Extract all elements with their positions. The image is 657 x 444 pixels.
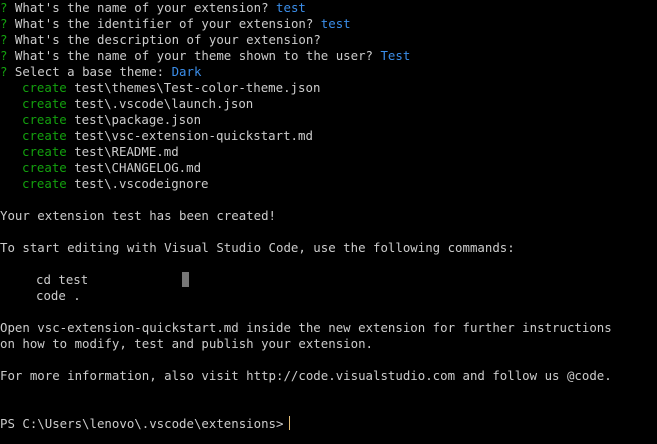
prompt-question-base-theme: ? Select a base theme: Dark (0, 64, 201, 80)
created-file-path: test\.vscode\launch.json (66, 96, 254, 111)
created-file-path: test\themes\Test-color-theme.json (66, 80, 321, 95)
block-cursor (182, 272, 189, 287)
created-file-line: create test\CHANGELOG.md (22, 160, 201, 176)
created-file-line: create test\README.md (22, 144, 179, 160)
question-answer: Dark (171, 64, 202, 79)
instructions-message: To start editing with Visual Studio Code… (0, 240, 515, 255)
more-info-message: For more information, also visit http://… (0, 368, 612, 383)
prompt-question-name: ? What's the name of your extension? tes… (0, 0, 306, 16)
question-text: What's the name of your extension? (7, 0, 277, 15)
terminal-window[interactable]: ? What's the name of your extension? tes… (0, 0, 657, 444)
shell-prompt-line[interactable]: PS C:\Users\lenovo\.vscode\extensions> (0, 416, 291, 432)
success-message: Your extension test has been created! (0, 208, 277, 223)
question-text: What's the name of your theme shown to t… (7, 48, 381, 63)
create-verb: create (22, 160, 67, 175)
created-file-path: test\vsc-extension-quickstart.md (66, 128, 313, 143)
created-file-line: create test\themes\Test-color-theme.json (22, 80, 320, 96)
created-file-line: create test\.vscodeignore (22, 176, 209, 192)
text-cursor[interactable] (289, 416, 291, 430)
create-verb: create (22, 128, 67, 143)
command-cd: cd test (36, 272, 89, 287)
prompt-question-description: ? What's the description of your extensi… (0, 32, 321, 48)
created-file-path: test\.vscodeignore (66, 176, 209, 191)
created-file-path: test\package.json (66, 112, 202, 127)
created-file-path: test\README.md (66, 144, 179, 159)
open-readme-message-cont: on how to modify, test and publish your … (0, 336, 373, 351)
command-code: code . (36, 288, 81, 303)
question-text: What's the description of your extension… (7, 32, 321, 47)
question-answer: test (276, 0, 306, 15)
question-text: What's the identifier of your extension? (7, 16, 321, 31)
question-answer: Test (380, 48, 411, 63)
question-answer: test (320, 16, 351, 31)
create-verb: create (22, 144, 67, 159)
question-text: Select a base theme: (7, 64, 172, 79)
prompt-question-identifier: ? What's the identifier of your extensio… (0, 16, 351, 32)
shell-prompt: PS C:\Users\lenovo\.vscode\extensions> (0, 416, 284, 431)
create-verb: create (22, 96, 67, 111)
created-file-path: test\CHANGELOG.md (66, 160, 202, 175)
created-file-line: create test\.vscode\launch.json (22, 96, 253, 112)
create-verb: create (22, 176, 67, 191)
created-file-line: create test\vsc-extension-quickstart.md (22, 128, 313, 144)
open-readme-message: Open vsc-extension-quickstart.md inside … (0, 320, 612, 335)
create-verb: create (22, 112, 67, 127)
created-file-line: create test\package.json (22, 112, 201, 128)
prompt-question-theme-name: ? What's the name of your theme shown to… (0, 48, 410, 64)
create-verb: create (22, 80, 67, 95)
